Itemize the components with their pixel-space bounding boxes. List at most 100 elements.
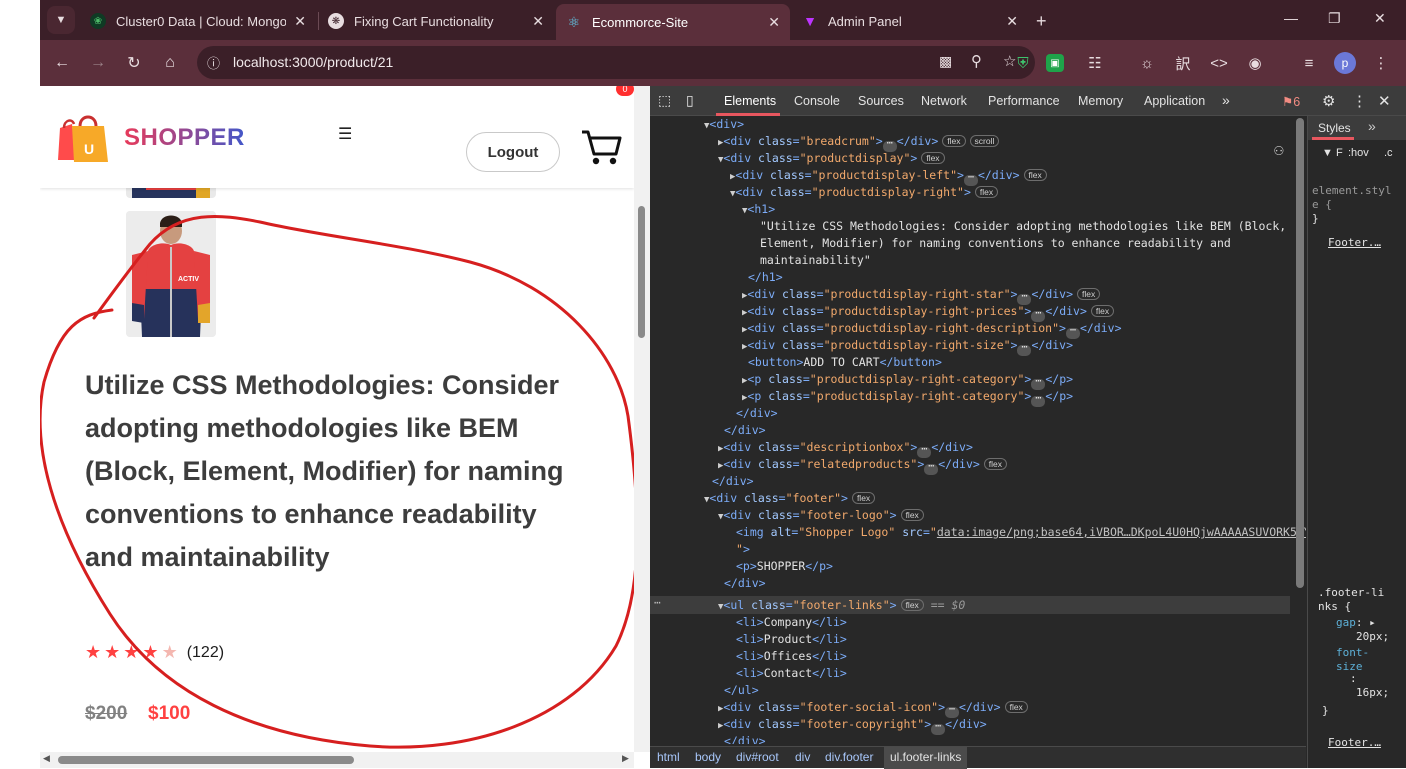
- dom-node[interactable]: ▶<div class="breadcrum"> ⋯ </div> flex scrol…: [718, 133, 1000, 152]
- tab-network[interactable]: Network: [921, 94, 967, 108]
- translate-icon[interactable]: 訳: [1172, 52, 1194, 74]
- media-queue-icon[interactable]: ≡: [1298, 52, 1320, 74]
- puzzle-extensions-icon[interactable]: ☷: [1084, 52, 1106, 74]
- close-icon[interactable]: ✕: [1006, 13, 1018, 30]
- cls-toggle[interactable]: .c: [1384, 147, 1393, 159]
- scrollbar-thumb[interactable]: [58, 756, 354, 764]
- scrollbar-thumb[interactable]: [638, 206, 645, 338]
- footer-links-selector[interactable]: .footer-links {: [1318, 586, 1388, 614]
- dom-node[interactable]: ▶<div class="productdisplay-right-descri…: [742, 320, 1122, 339]
- dom-node[interactable]: <button>ADD TO CART</button>: [748, 354, 942, 371]
- dom-node[interactable]: </div>: [724, 575, 766, 592]
- browser-tab-ecommerce[interactable]: ⚛ Ecommorce-Site ✕: [556, 4, 790, 40]
- tab-memory[interactable]: Memory: [1078, 94, 1123, 108]
- browser-tab-chat[interactable]: ❋ Fixing Cart Functionality ✕: [318, 6, 554, 36]
- more-tabs-icon[interactable]: »: [1222, 92, 1230, 108]
- screenshot-icon[interactable]: ◉: [1244, 52, 1266, 74]
- close-icon[interactable]: ✕: [294, 13, 306, 30]
- more-tabs-icon[interactable]: »: [1368, 118, 1376, 134]
- new-tab-button[interactable]: +: [1036, 6, 1058, 36]
- dom-node[interactable]: ▼<div>: [704, 116, 744, 133]
- tab-elements[interactable]: Elements: [724, 94, 776, 108]
- site-info-icon[interactable]: ⓘ: [207, 53, 220, 72]
- breadcrumb-item[interactable]: div#root: [736, 750, 779, 764]
- back-button[interactable]: ←: [52, 53, 72, 73]
- dom-node[interactable]: ▼<div class="footer"> flex: [704, 490, 876, 507]
- page-vertical-scrollbar[interactable]: [634, 86, 650, 752]
- incognito-icon[interactable]: ☼: [1136, 52, 1158, 74]
- dom-node[interactable]: ▶<div class="footer-social-icon"> ⋯ </div>…: [718, 699, 1028, 718]
- tab-search-button[interactable]: ▼: [47, 6, 75, 34]
- dom-node[interactable]: <li>Contact</li>: [736, 665, 847, 682]
- dom-node[interactable]: <p>SHOPPER</p>: [736, 558, 833, 575]
- browser-tab-admin[interactable]: ▼ Admin Panel ✕: [792, 6, 1028, 36]
- scrollbar-thumb[interactable]: [1296, 118, 1304, 588]
- dom-node[interactable]: ▶<div class="productdisplay-left"> ⋯ </div…: [730, 167, 1047, 186]
- browser-tab-mongodb[interactable]: ❀ Cluster0 Data | Cloud: MongoDB ✕: [80, 6, 316, 36]
- window-close-button[interactable]: ✕: [1374, 10, 1386, 27]
- address-bar[interactable]: ⓘ localhost:3000/product/21 ▩ ⚲ ☆: [197, 46, 1035, 79]
- dom-node[interactable]: ▶<div class="footer-copyright"> ⋯ </div>: [718, 716, 987, 735]
- cart-icon[interactable]: [580, 128, 622, 168]
- dom-node[interactable]: ▼<div class="footer-logo"> flex: [718, 507, 924, 524]
- breadcrumb-item[interactable]: div.footer: [825, 750, 873, 764]
- product-thumbnail[interactable]: ACTIV: [126, 211, 216, 337]
- close-icon[interactable]: ✕: [768, 14, 780, 31]
- dom-node[interactable]: ▼<h1>: [742, 201, 775, 218]
- close-icon[interactable]: ✕: [532, 13, 544, 30]
- dom-node[interactable]: ▶<div class="productdisplay-right-star">…: [742, 286, 1101, 305]
- dom-node-selected[interactable]: ▼<ul class="footer-links"> flex == $0: [718, 597, 965, 614]
- logout-button[interactable]: Logout: [466, 132, 560, 172]
- accessibility-icon[interactable]: ⚇: [1274, 140, 1284, 159]
- logo-text[interactable]: SHOPPER: [124, 124, 245, 152]
- tab-application[interactable]: Application: [1144, 94, 1205, 108]
- filter-input[interactable]: F: [1336, 147, 1343, 159]
- scroll-left-icon[interactable]: ◀: [43, 753, 50, 764]
- forward-button[interactable]: →: [88, 53, 108, 73]
- breadcrumb-item-active[interactable]: ul.footer-links: [884, 747, 968, 769]
- tab-console[interactable]: Console: [794, 94, 840, 108]
- footer-source-link[interactable]: Footer.…: [1328, 736, 1381, 750]
- breadcrumb-item[interactable]: html: [657, 750, 680, 764]
- dom-node[interactable]: </ul>: [724, 682, 759, 699]
- dom-node[interactable]: ▶<div class="relatedproducts"> ⋯ </div> fle…: [718, 456, 1008, 475]
- font-size-value[interactable]: 16px;: [1356, 686, 1389, 700]
- dom-node[interactable]: <img alt="Shopper Logo" src="data:image/…: [736, 524, 1306, 541]
- kebab-menu-icon[interactable]: ⋮: [1370, 52, 1392, 74]
- shopper-logo-icon[interactable]: U: [54, 110, 112, 164]
- hov-toggle[interactable]: :hov: [1348, 147, 1369, 159]
- dom-node[interactable]: ▶<div class="productdisplay-right-prices…: [742, 303, 1115, 322]
- dom-node[interactable]: </div>: [724, 733, 766, 744]
- dom-node[interactable]: </div>: [712, 473, 754, 490]
- devtools-close-icon[interactable]: ✕: [1378, 92, 1391, 110]
- dom-node[interactable]: ▶<p class="productdisplay-right-category…: [742, 388, 1073, 407]
- hamburger-menu-icon[interactable]: ☰: [338, 124, 352, 144]
- install-app-icon[interactable]: ▩: [939, 53, 952, 70]
- font-size-declaration[interactable]: font-size: [1336, 646, 1376, 674]
- restore-button[interactable]: ❐: [1328, 10, 1341, 27]
- gap-value[interactable]: 20px;: [1356, 630, 1389, 644]
- dom-node[interactable]: ▶<div class="descriptionbox"> ⋯ </div>: [718, 439, 973, 458]
- styles-filter-bar[interactable]: ▼ F :hov .c: [1312, 145, 1402, 165]
- page-horizontal-scrollbar[interactable]: ◀ ▶: [40, 752, 634, 768]
- settings-gear-icon[interactable]: ⚙: [1322, 92, 1335, 110]
- home-button[interactable]: ⌂: [160, 53, 180, 73]
- minimize-button[interactable]: —: [1284, 10, 1298, 26]
- dom-node[interactable]: <li>Product</li>: [736, 631, 847, 648]
- dom-node[interactable]: <li>Company</li>: [736, 614, 847, 631]
- green-extension-icon[interactable]: ▣: [1046, 54, 1064, 72]
- dom-node[interactable]: </h1>: [748, 269, 783, 286]
- tab-performance[interactable]: Performance: [988, 94, 1060, 108]
- footer-source-link[interactable]: Footer.…: [1328, 236, 1381, 250]
- elements-scrollbar[interactable]: [1296, 116, 1306, 744]
- url-text[interactable]: localhost:3000/product/21: [233, 54, 393, 70]
- profile-avatar[interactable]: p: [1334, 52, 1356, 74]
- device-toolbar-icon[interactable]: ▯: [686, 92, 694, 109]
- dom-node[interactable]: <li>Offices</li>: [736, 648, 847, 665]
- shield-extension-icon[interactable]: ⛨: [1012, 52, 1034, 74]
- dom-node[interactable]: ▼<div class="productdisplay"> flex: [718, 150, 945, 167]
- issues-counter[interactable]: ⚑6: [1282, 94, 1300, 109]
- dom-node[interactable]: </div>: [736, 405, 778, 422]
- breadcrumb-item[interactable]: div: [795, 750, 810, 764]
- zoom-icon[interactable]: ⚲: [971, 52, 982, 70]
